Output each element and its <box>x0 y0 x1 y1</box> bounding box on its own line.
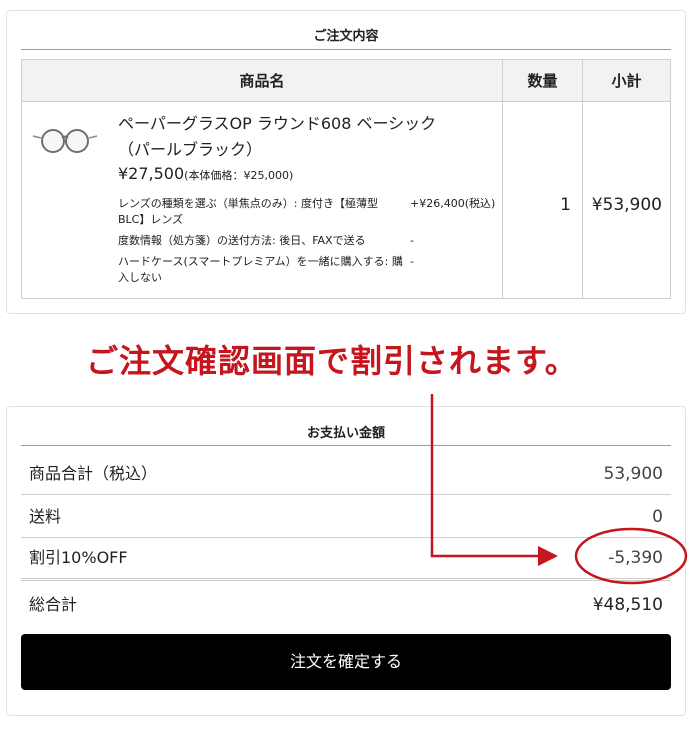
option-prescription-method: 度数情報（処方箋）の送付方法: 後日、FAXで送る <box>118 234 366 247</box>
option-hard-case-value: - <box>410 255 414 268</box>
payment-section-title: お支払い金額 <box>306 426 385 441</box>
discount-value: -5,390 <box>608 548 663 568</box>
round-glasses-icon[interactable] <box>32 126 98 154</box>
product-name-line2[interactable]: （パールブラック） <box>118 137 498 163</box>
items-total-value: 53,900 <box>603 464 663 484</box>
order-table-header: 商品名 数量 小計 <box>22 60 670 102</box>
grand-total-value: ¥48,510 <box>592 595 663 615</box>
option-prescription-method-value: - <box>410 234 414 247</box>
item-subtotal: ¥53,900 <box>591 195 662 215</box>
discount-annotation: ご注文確認画面で割引されます。 <box>86 342 578 380</box>
order-table: 商品名 数量 小計 ペーパーグラスOP ラウンド608 ベーシック （パールブラ… <box>21 59 671 299</box>
order-summary-card: ご注文内容 商品名 数量 小計 ペーパーグラスOP ラウンド608 ベーシック … <box>6 10 686 314</box>
grand-total-label: 総合計 <box>29 595 78 614</box>
discount-label: 割引10%OFF <box>29 548 128 567</box>
row-shipping: 送料 0 <box>21 496 671 538</box>
shipping-value: 0 <box>652 507 663 527</box>
product-name[interactable]: ペーパーグラスOP ラウンド608 ベーシック （パールブラック） <box>118 111 498 163</box>
row-items-total: 商品合計（税込） 53,900 <box>21 453 671 495</box>
product-name-line1[interactable]: ペーパーグラスOP ラウンド608 ベーシック <box>118 111 498 137</box>
option-lens-type: レンズの種類を選ぶ（単焦点のみ）: 度付き【極薄型 BLC】レンズ <box>118 197 378 226</box>
product-price-note: (本体価格：¥25,000) <box>184 169 294 182</box>
header-product-name: 商品名 <box>239 72 285 90</box>
row-grand-total: 総合計 ¥48,510 <box>21 584 671 626</box>
header-subtotal: 小計 <box>582 60 670 102</box>
confirm-order-button[interactable]: 注文を確定する <box>21 634 671 690</box>
option-lens-type-value: +¥26,400(税込) <box>410 197 496 210</box>
order-title-divider <box>21 49 671 50</box>
shipping-label: 送料 <box>29 507 62 526</box>
payment-title-divider <box>21 445 671 446</box>
order-section-title: ご注文内容 <box>313 29 379 44</box>
item-quantity: 1 <box>560 195 571 215</box>
product-price: ¥27,500(本体価格：¥25,000) <box>118 164 293 183</box>
items-total-label: 商品合計（税込） <box>29 464 158 483</box>
product-price-value: ¥27,500 <box>118 164 185 183</box>
option-hard-case: ハードケース(スマートプレミアム）を一緒に購入する: 購入しない <box>118 255 403 284</box>
row-discount: 割引10%OFF -5,390 <box>21 537 671 581</box>
header-quantity: 数量 <box>502 60 582 102</box>
payment-summary-card: お支払い金額 商品合計（税込） 53,900 送料 0 割引10%OFF -5,… <box>6 406 686 716</box>
